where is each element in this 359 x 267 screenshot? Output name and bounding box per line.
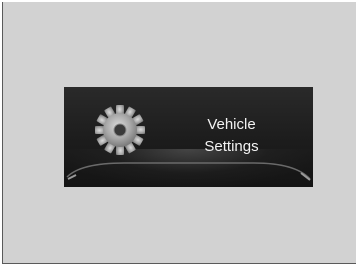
tile-label-line1: Vehicle [207,116,256,133]
page-frame: Vehicle Settings [2,2,356,264]
vehicle-settings-tile[interactable]: Vehicle Settings [64,87,313,187]
tile-label-line2: Settings [204,138,259,155]
gear-icon [95,105,145,155]
